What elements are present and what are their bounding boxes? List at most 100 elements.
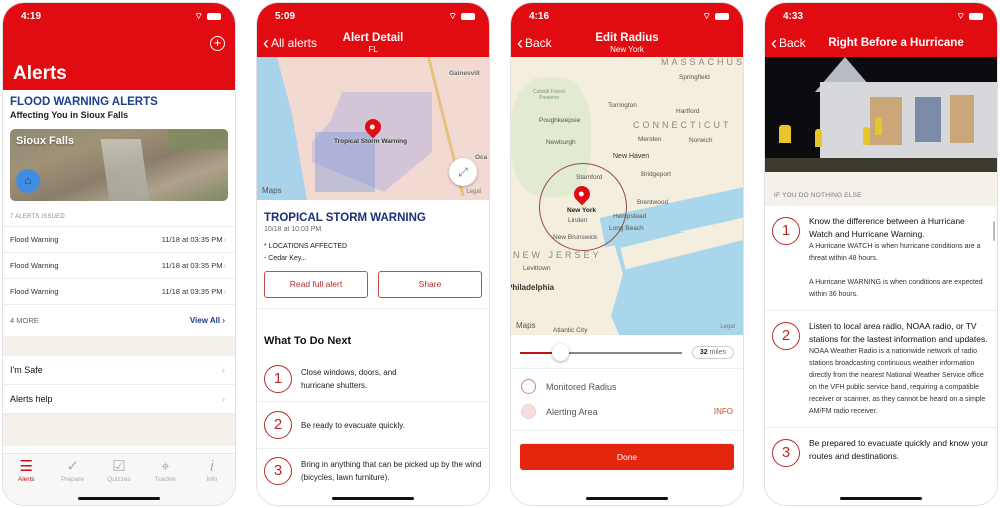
info-icon: i [210, 458, 214, 475]
status-time: 5:09 [275, 10, 296, 22]
alert-row[interactable]: Flood Warning 11/18 at 03:35 PM› [3, 252, 235, 278]
back-button[interactable]: ‹ Back [771, 34, 806, 52]
alert-time: 11/18 at 03:35 PM [161, 261, 223, 270]
expand-icon: ⤢ [458, 165, 468, 179]
chevron-left-icon: ‹ [771, 33, 777, 53]
legal-link[interactable]: Legal [720, 324, 735, 330]
monitored-radius-option[interactable]: Monitored Radius [511, 369, 743, 399]
alert-title: TROPICAL STORM WARNING [264, 212, 426, 224]
scrollbar[interactable] [993, 221, 995, 241]
chevron-right-icon: › [223, 235, 227, 244]
step-item: 1 Close windows, doors, and hurricane shu… [257, 357, 489, 402]
pin-label: Tropical Storm Warning [334, 138, 408, 145]
radio-button[interactable] [521, 404, 536, 419]
radius-slider[interactable] [520, 343, 682, 361]
chevron-left-icon: ‹ [517, 33, 523, 53]
alerts-header: 4:19 ⌔ + Alerts [3, 3, 235, 90]
add-location-button[interactable]: + [210, 36, 225, 51]
apple-maps-logo: Maps [262, 186, 282, 195]
back-button[interactable]: ‹ Back [517, 34, 552, 52]
back-button[interactable]: ‹ All alerts [263, 34, 317, 52]
chevron-right-icon: › [223, 287, 227, 296]
tab-info[interactable]: i Info [189, 458, 235, 505]
home-indicator [840, 497, 922, 500]
status-bar: 5:09 ⌔ [257, 3, 489, 29]
section-subtitle: Affecting You in Sioux Falls [10, 110, 129, 120]
view-all-link[interactable]: View All › [190, 316, 225, 325]
checkbox-icon: ☑ [112, 458, 126, 475]
apple-maps-logo: Maps [516, 321, 536, 330]
read-full-alert-button[interactable]: Read full alert [264, 271, 368, 298]
home-indicator [586, 497, 668, 500]
alert-time: 11/18 at 03:35 PM [161, 235, 223, 244]
nav-header: 5:09 ⌔ ‹ All alerts Alert Detail FL [257, 3, 489, 57]
locations-value: - Cedar Key... [264, 255, 307, 262]
tab-bar: ☰ Alerts ✓ Prepare ☑ Quizzes ⌖ Tracker i Info [3, 453, 235, 505]
radius-map[interactable]: MASSACHUS Springfield Catskill Forest Pr… [511, 57, 743, 335]
share-button[interactable]: Share [378, 271, 482, 298]
more-alerts-row: 4 MORE View All › [3, 304, 235, 336]
chevron-right-icon: › [222, 316, 225, 325]
plus-circle-icon: + [213, 35, 222, 50]
radius-value-badge: 32 miles [691, 346, 734, 359]
chevron-right-icon: › [222, 365, 225, 375]
status-bar: 4:33 ⌔ [765, 3, 997, 29]
battery-icon [969, 12, 983, 20]
wifi-icon: ⌔ [702, 10, 711, 21]
alert-row[interactable]: Flood Warning 11/18 at 03:35 PM› [3, 226, 235, 252]
alert-name: Flood Warning [10, 287, 59, 296]
alerting-area-option[interactable]: Alerting Area INFO [511, 399, 743, 424]
wifi-icon: ⌔ [448, 10, 457, 21]
hurricane-tips-screen: 4:33 ⌔ ‹ Back Right Before a Hurricane IF… [764, 2, 998, 506]
alerts-help-link[interactable]: Alerts help › [3, 385, 235, 414]
more-count: 4 MORE [10, 316, 39, 325]
chevron-right-icon: › [222, 394, 225, 404]
location-card[interactable]: Sioux Falls ⌂ [10, 129, 228, 201]
list-icon: ☰ [19, 458, 33, 475]
hurricane-prep-photo [765, 57, 997, 172]
edit-radius-screen: 4:16 ⌔ ‹ Back Edit Radius New York MASSAC… [510, 2, 744, 506]
status-time: 4:19 [21, 10, 42, 22]
alert-detail-screen: 5:09 ⌔ ‹ All alerts Alert Detail FL Tropi… [256, 2, 490, 506]
nav-title: Right Before a Hurricane [828, 36, 964, 49]
status-bar: 4:19 ⌔ [3, 3, 235, 29]
info-link[interactable]: INFO [714, 407, 733, 416]
alert-row[interactable]: Flood Warning 11/18 at 03:35 PM› [3, 278, 235, 304]
radio-button[interactable] [521, 379, 536, 394]
page-title: Alerts [13, 63, 67, 84]
map-pin-icon: ⌖ [161, 458, 170, 475]
alert-name: Flood Warning [10, 261, 59, 270]
alerts-issued-count: 7 ALERTS ISSUED [10, 214, 65, 220]
battery-icon [715, 12, 729, 20]
step-item: 1 Know the difference between a Hurrican… [765, 206, 997, 311]
legal-link[interactable]: Legal [466, 189, 481, 195]
section-title: FLOOD WARNING ALERTS [10, 96, 158, 108]
alert-time: 11/18 at 03:35 PM [161, 287, 223, 296]
step-item: 3 Bring in anything that can be picked up… [257, 449, 489, 493]
chevron-right-icon: › [223, 261, 227, 270]
section-header: IF YOU DO NOTHING ELSE [765, 172, 997, 206]
alert-name: Flood Warning [10, 235, 59, 244]
slider-handle[interactable] [552, 343, 570, 361]
alert-date: 10/18 at 10:03 PM [264, 226, 322, 233]
battery-icon [207, 12, 221, 20]
done-button[interactable]: Done [520, 443, 734, 470]
what-to-do-heading: What To Do Next [264, 335, 352, 347]
alert-map[interactable]: Tropical Storm Warning Gainesvill Oca Ma… [257, 57, 489, 200]
status-time: 4:16 [529, 10, 550, 22]
step-item: 3 Be prepared to evacuate quickly and kn… [765, 428, 997, 476]
battery-icon [461, 12, 475, 20]
tab-alerts[interactable]: ☰ Alerts [3, 458, 49, 505]
status-time: 4:33 [783, 10, 804, 22]
alerts-screen: 4:19 ⌔ + Alerts FLOOD WARNING ALERTS Aff… [2, 2, 236, 506]
home-indicator [332, 497, 414, 500]
nav-header: 4:33 ⌔ ‹ Back Right Before a Hurricane [765, 3, 997, 57]
location-name: Sioux Falls [16, 135, 75, 147]
locations-heading: * LOCATIONS AFFECTED [264, 243, 348, 250]
nav-header: 4:16 ⌔ ‹ Back Edit Radius New York [511, 3, 743, 57]
im-safe-link[interactable]: I'm Safe › [3, 356, 235, 385]
expand-map-button[interactable]: ⤢ [449, 158, 477, 186]
app-screenshots: 4:19 ⌔ + Alerts FLOOD WARNING ALERTS Aff… [0, 0, 1000, 508]
wifi-icon: ⌔ [956, 10, 965, 21]
status-bar: 4:16 ⌔ [511, 3, 743, 29]
